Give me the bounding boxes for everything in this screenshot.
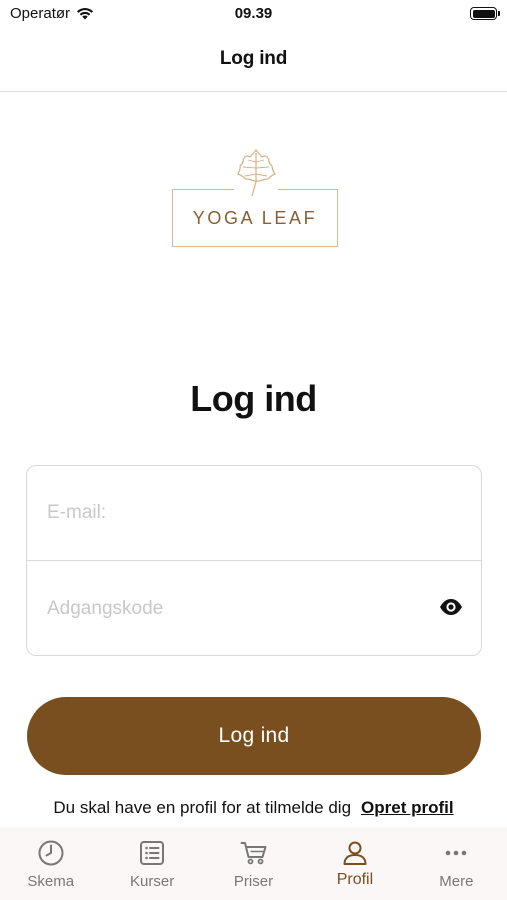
list-icon <box>138 839 166 867</box>
tab-label-kurser: Kurser <box>130 873 175 890</box>
signup-text: Du skal have en profil for at tilmelde d… <box>53 798 352 817</box>
create-profile-link[interactable]: Opret profil <box>361 798 454 817</box>
email-field[interactable] <box>27 466 481 560</box>
login-button[interactable]: Log ind <box>27 697 481 775</box>
clock-icon <box>37 839 65 867</box>
login-form <box>26 465 482 656</box>
more-icon <box>442 839 470 867</box>
tab-label-profil: Profil <box>336 871 374 888</box>
email-field-container <box>27 466 481 561</box>
tab-priser[interactable]: Priser <box>203 827 304 900</box>
cart-icon <box>240 839 268 867</box>
nav-title: Log ind <box>219 48 288 69</box>
password-field[interactable] <box>27 561 481 655</box>
leaf-icon <box>234 148 278 200</box>
tab-bar: Skema Kurser Priser Profil Mere <box>0 827 507 900</box>
tab-label-mere: Mere <box>439 873 474 890</box>
yoga-leaf-logo: YOGA LEAF <box>172 148 338 248</box>
status-time: 09.39 <box>234 5 273 22</box>
tab-skema[interactable]: Skema <box>0 827 101 900</box>
page-title: Log ind <box>190 378 317 419</box>
navigation-bar: Log ind <box>0 30 507 92</box>
tab-label-skema: Skema <box>27 873 75 890</box>
password-field-container <box>27 561 481 655</box>
logo-text: YOGA LEAF <box>192 208 318 228</box>
status-bar: Operatør 09.39 <box>0 0 507 30</box>
battery-icon <box>470 7 500 20</box>
eye-icon[interactable] <box>439 597 463 617</box>
person-icon <box>341 839 369 867</box>
tab-mere[interactable]: Mere <box>406 827 507 900</box>
tab-profil[interactable]: Profil <box>304 827 405 900</box>
tab-label-priser: Priser <box>233 873 274 890</box>
signup-prompt: Du skal have en profil for at tilmelde d… <box>0 798 507 818</box>
tab-kurser[interactable]: Kurser <box>101 827 202 900</box>
